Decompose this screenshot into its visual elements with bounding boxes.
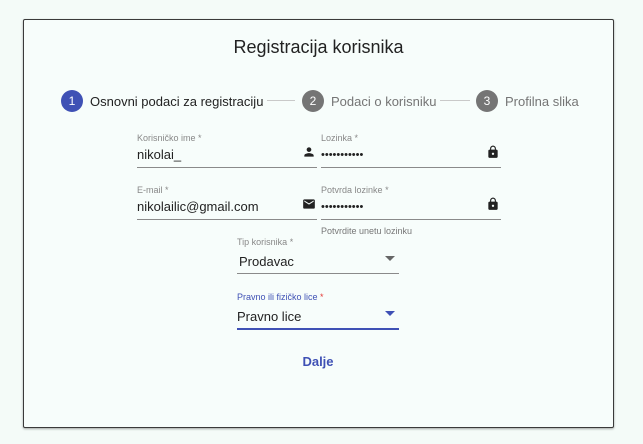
entity-type-label: Pravno ili fizičko lice * bbox=[237, 292, 324, 302]
step-2[interactable]: 2 Podaci o korisniku bbox=[302, 90, 437, 112]
password-label: Lozinka * bbox=[321, 133, 359, 143]
user-type-label: Tip korisnika * bbox=[237, 237, 294, 247]
person-icon bbox=[301, 143, 317, 161]
username-input[interactable]: nikolai_ bbox=[137, 147, 181, 162]
page-title: Registracija korisnika bbox=[233, 37, 404, 57]
step-3-label: Profilna slika bbox=[505, 93, 579, 109]
email-label: E-mail * bbox=[137, 185, 169, 195]
lock-icon bbox=[485, 195, 501, 213]
chevron-down-icon[interactable] bbox=[385, 311, 395, 316]
email-underline bbox=[137, 219, 317, 220]
step-connector bbox=[440, 100, 470, 101]
step-1-number: 1 bbox=[61, 90, 83, 112]
email-field[interactable]: E-mail * nikolailic@gmail.com bbox=[137, 185, 317, 220]
user-type-select[interactable]: Tip korisnika * Prodavac bbox=[237, 237, 399, 274]
user-type-value: Prodavac bbox=[239, 254, 294, 269]
user-type-underline bbox=[237, 273, 399, 274]
lock-icon bbox=[485, 143, 501, 161]
confirm-password-label: Potvrda lozinke * bbox=[321, 185, 389, 195]
username-underline bbox=[137, 167, 317, 168]
password-input[interactable]: ••••••••••• bbox=[321, 149, 363, 161]
confirm-password-underline bbox=[321, 219, 501, 220]
step-3[interactable]: 3 Profilna slika bbox=[476, 90, 579, 112]
entity-type-value: Pravno lice bbox=[237, 309, 302, 324]
password-field[interactable]: Lozinka * ••••••••••• bbox=[321, 133, 501, 168]
step-1-label: Osnovni podaci za registraciju bbox=[90, 93, 264, 109]
step-1[interactable]: 1 Osnovni podaci za registraciju bbox=[61, 90, 263, 112]
password-underline bbox=[321, 167, 501, 168]
confirm-password-field[interactable]: Potvrda lozinke * ••••••••••• bbox=[321, 185, 501, 220]
step-connector bbox=[267, 100, 295, 101]
username-field[interactable]: Korisničko ime * nikolai_ bbox=[137, 133, 317, 168]
chevron-down-icon[interactable] bbox=[385, 256, 395, 261]
next-button[interactable]: Dalje bbox=[293, 349, 343, 373]
registration-card: Registracija korisnika 1 Osnovni podaci … bbox=[23, 19, 614, 428]
step-2-number: 2 bbox=[302, 90, 324, 112]
entity-type-select[interactable]: Pravno ili fizičko lice * Pravno lice bbox=[237, 292, 399, 330]
confirm-password-input[interactable]: ••••••••••• bbox=[321, 201, 363, 213]
username-label: Korisničko ime * bbox=[137, 133, 202, 143]
step-3-number: 3 bbox=[476, 90, 498, 112]
confirm-password-hint: Potvrdite unetu lozinku bbox=[321, 226, 413, 236]
entity-type-underline bbox=[237, 328, 399, 330]
stepper: 1 Osnovni podaci za registraciju 2 Podac… bbox=[24, 90, 613, 112]
email-input[interactable]: nikolailic@gmail.com bbox=[137, 199, 259, 214]
step-2-label: Podaci o korisniku bbox=[331, 93, 437, 109]
mail-icon bbox=[301, 195, 317, 213]
